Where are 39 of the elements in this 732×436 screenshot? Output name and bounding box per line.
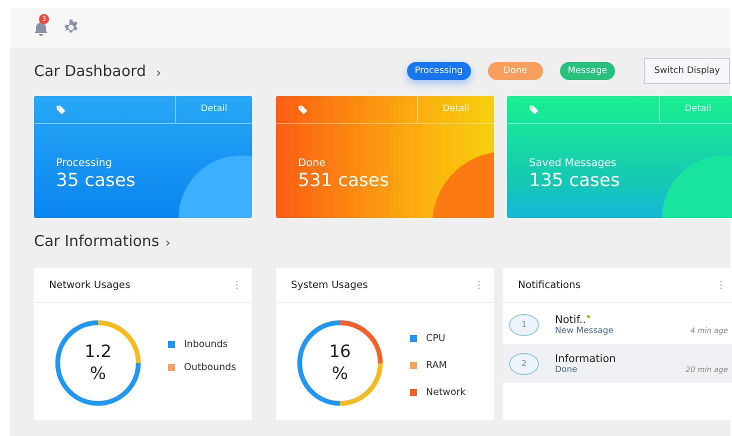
more-menu-icon[interactable]: ⋮ (474, 280, 484, 290)
donut-value: % (90, 363, 106, 385)
filter-chip[interactable]: Message (560, 62, 616, 80)
legend-label: Network (426, 386, 466, 398)
card-value: 531 cases (298, 170, 390, 191)
notification-title: Information (555, 352, 616, 364)
panel-title: Network Usages (49, 280, 130, 290)
more-menu-icon[interactable]: ⋮ (232, 280, 242, 290)
card-value: 35 cases (56, 170, 136, 191)
panel-title: Notifications (518, 280, 581, 290)
section-title: Car Informations (34, 232, 160, 250)
filter-chip[interactable]: Processing (406, 62, 471, 80)
chevron-icon[interactable]: › (156, 66, 162, 80)
tag-icon (56, 104, 66, 114)
tag-icon (298, 104, 308, 114)
donut-value: 16 (329, 341, 351, 363)
filter-chip[interactable]: Done (488, 62, 543, 80)
card-label: Saved Messages (529, 157, 618, 169)
detail-link[interactable]: Detail (176, 96, 252, 123)
donut-value: 1.2 (84, 341, 112, 363)
number-circle: 2 (509, 352, 539, 374)
panel-title: System Usages (291, 280, 368, 290)
legend-label: CPU (426, 332, 446, 344)
notification-title: Notif.. (555, 314, 586, 326)
notification-subtitle: Done (555, 364, 578, 374)
card-label: Done (298, 157, 327, 169)
more-menu-icon[interactable]: ⋮ (716, 280, 726, 290)
notification-subtitle: New Message (555, 326, 614, 336)
card-value: 135 cases (529, 170, 621, 191)
donut-value: % (332, 363, 348, 385)
section-title: Car Dashbaord (34, 62, 146, 80)
card-label: Processing (56, 157, 114, 169)
number-circle: 1 (509, 314, 539, 336)
legend-label: Inbounds (184, 339, 228, 350)
switch-display-button[interactable]: Switch Display (644, 58, 730, 84)
chevron-icon[interactable]: › (165, 236, 170, 250)
tag-icon (529, 104, 539, 114)
legend-label: Outbounds (184, 362, 236, 373)
legend-label: RAM (426, 360, 447, 370)
